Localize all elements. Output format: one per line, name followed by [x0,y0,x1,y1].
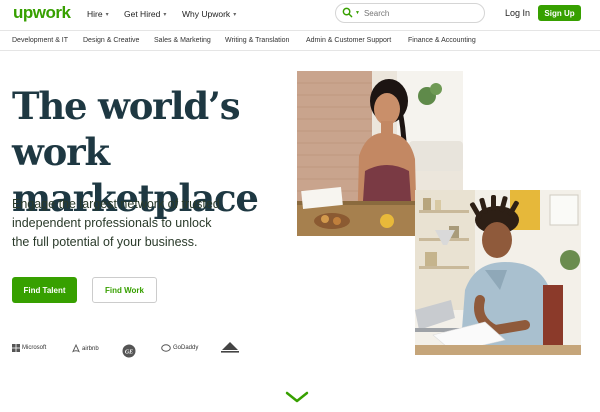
upwork-logo[interactable]: upwork [13,3,71,23]
search-bar[interactable]: ▼ [335,3,485,23]
category-development-it[interactable]: Development & IT [12,37,68,44]
hero-photo-man [415,190,581,355]
nav-get-hired[interactable]: Get Hired ▾ [124,9,166,19]
nav-hire[interactable]: Hire ▾ [87,9,109,19]
microsoft-icon [12,344,20,352]
hero-subtitle: Engage the largest network of trusted in… [12,195,252,252]
chevron-down-icon: ▾ [233,11,237,18]
godaddy-icon [161,344,171,352]
chevron-down-icon: ▾ [105,11,109,18]
godaddy-label: GoDaddy [173,345,199,351]
find-work-button[interactable]: Find Work [92,277,157,303]
hero-title-line1: The world’s work [12,84,241,174]
find-talent-button[interactable]: Find Talent [12,277,77,303]
category-sales-marketing[interactable]: Sales & Marketing [154,37,211,44]
airbnb-icon [72,344,80,353]
ge-logo: GE [122,344,136,358]
hero-subtitle-line2: independent professionals to unlock [12,216,212,230]
godaddy-logo: GoDaddy [161,344,198,352]
top-header: upwork Hire ▾ Get Hired ▾ Why Upwork ▾ ▼… [0,0,600,27]
microsoft-logo: Microsoft [12,344,46,352]
nav-why-upwork-label: Why Upwork [182,9,231,19]
airbnb-label: airbnb [82,345,99,352]
search-input[interactable] [363,8,464,18]
hero-subtitle-line3: the full potential of your business. [12,235,198,249]
category-admin-customer-support[interactable]: Admin & Customer Support [306,37,391,44]
search-type-dropdown-icon[interactable]: ▼ [355,10,360,16]
ge-icon: GE [122,344,136,358]
nav-get-hired-label: Get Hired [124,9,161,19]
chevron-down-icon: ▾ [163,11,167,18]
automattic-icon [221,342,239,353]
airbnb-logo: airbnb [72,344,99,353]
category-bar: Development & IT Design & Creative Sales… [0,30,600,51]
signup-button[interactable]: Sign Up [538,5,581,21]
microsoft-label: Microsoft [22,345,47,351]
category-writing-translation[interactable]: Writing & Translation [225,37,289,44]
category-finance-accounting[interactable]: Finance & Accounting [408,37,476,44]
scroll-down-chevron-icon[interactable] [285,390,309,404]
login-link[interactable]: Log In [505,8,530,18]
ge-label: GE [125,349,133,355]
hero-subtitle-line1: Engage the largest network of trusted [12,197,220,211]
nav-hire-label: Hire [87,9,103,19]
nav-why-upwork[interactable]: Why Upwork ▾ [182,9,236,19]
category-design-creative[interactable]: Design & Creative [83,37,139,44]
search-icon[interactable] [342,7,354,19]
automattic-logo [220,341,240,355]
